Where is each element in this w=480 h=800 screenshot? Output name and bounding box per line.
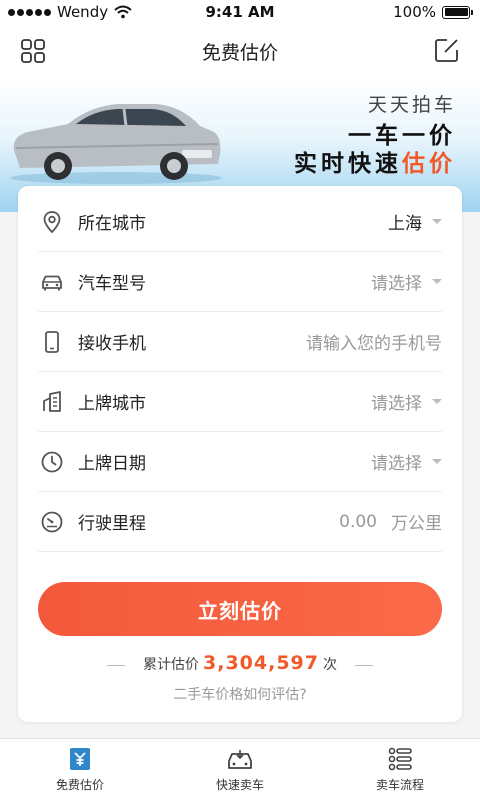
row-phone[interactable]: 接收手机 请输入您的手机号 xyxy=(38,312,442,372)
car-icon xyxy=(42,275,62,290)
chevron-down-icon xyxy=(432,459,442,464)
plate-date-label: 上牌日期 xyxy=(78,454,146,474)
row-plate-city[interactable]: 上牌城市 请选择 xyxy=(38,372,442,432)
stats-suffix: 次 xyxy=(322,657,337,673)
stats-prefix: 累计估价 xyxy=(143,657,199,673)
tab-quick-sell[interactable]: 快速卖车 xyxy=(180,745,300,793)
car-image xyxy=(10,104,222,184)
city-label: 所在城市 xyxy=(78,214,146,234)
estimate-form-card: 所在城市 上海 汽车型号 请选择 接收手机 请输入您的手机号 上牌城市 请选择 xyxy=(18,186,462,722)
car-front-icon xyxy=(228,750,252,769)
building-icon xyxy=(43,390,61,412)
row-plate-date[interactable]: 上牌日期 请选择 xyxy=(38,432,442,492)
phone-icon xyxy=(45,330,59,353)
tab-free-estimate[interactable]: 免费估价 xyxy=(20,745,140,793)
howto-link[interactable]: 二手车价格如何评估? xyxy=(18,684,462,704)
plate-city-label: 上牌城市 xyxy=(78,394,146,414)
banner-brand: 天天拍车 xyxy=(367,94,456,116)
speedometer-icon xyxy=(41,511,63,532)
divider-line xyxy=(354,664,373,666)
tab-label: 快速卖车 xyxy=(215,778,264,792)
divider-line xyxy=(107,664,125,666)
phone-input[interactable]: 请输入您的手机号 xyxy=(306,329,442,354)
mileage-unit: 万公里 xyxy=(391,514,442,534)
tab-sell-process[interactable]: 卖车流程 xyxy=(340,745,460,793)
chevron-down-icon xyxy=(432,399,442,404)
list-icon xyxy=(388,747,412,771)
estimate-stats: 累计估价 3,304,597 次 xyxy=(18,652,462,674)
row-city[interactable]: 所在城市 上海 xyxy=(38,192,442,252)
city-value: 上海 xyxy=(388,214,422,234)
status-right: 100% xyxy=(393,3,473,21)
mileage-input[interactable]: 0.00 xyxy=(339,512,377,532)
tab-label: 免费估价 xyxy=(55,778,104,792)
tab-bar: 免费估价 快速卖车 卖车流程 xyxy=(0,738,480,800)
banner-slogan-2: 实时快速估价 xyxy=(294,144,456,178)
tab-label: 卖车流程 xyxy=(375,778,424,792)
stats-count: 3,304,597 xyxy=(203,652,319,674)
car-model-value: 请选择 xyxy=(371,274,422,294)
chevron-down-icon xyxy=(432,279,442,284)
status-bar: Wendy 9:41 AM 100% xyxy=(0,0,480,24)
clock-icon xyxy=(41,451,63,472)
plate-date-value: 请选择 xyxy=(371,454,422,474)
car-model-label: 汽车型号 xyxy=(78,274,146,294)
banner-slogan-accent: 估价 xyxy=(402,151,456,177)
battery-percent: 100% xyxy=(393,3,436,21)
battery-icon xyxy=(442,5,473,19)
nav-bar: 免费估价 xyxy=(0,24,480,78)
edit-icon[interactable] xyxy=(434,37,460,63)
location-pin-icon xyxy=(43,210,61,233)
yen-document-icon xyxy=(70,748,90,770)
page-title: 免费估价 xyxy=(201,42,278,64)
row-mileage[interactable]: 行驶里程 0.00 万公里 xyxy=(38,492,442,552)
chevron-down-icon xyxy=(432,219,442,224)
mileage-label: 行驶里程 xyxy=(78,514,146,534)
row-car-model[interactable]: 汽车型号 请选择 xyxy=(38,252,442,312)
estimate-button[interactable]: 立刻估价 xyxy=(38,582,442,636)
phone-label: 接收手机 xyxy=(78,334,146,354)
banner-slogan-prefix: 实时快速 xyxy=(294,151,402,177)
plate-city-value: 请选择 xyxy=(371,394,422,414)
